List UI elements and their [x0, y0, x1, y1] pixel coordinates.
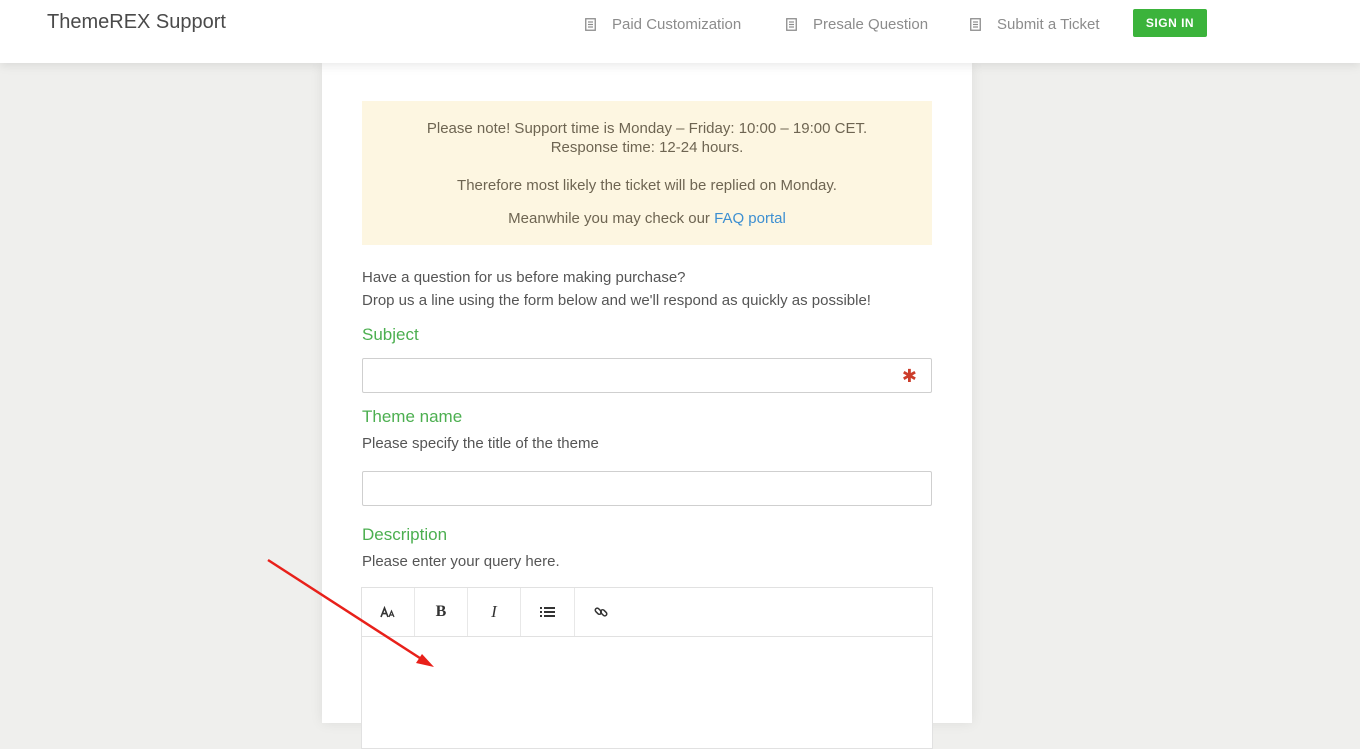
annotation-arrow-icon	[267, 558, 434, 667]
